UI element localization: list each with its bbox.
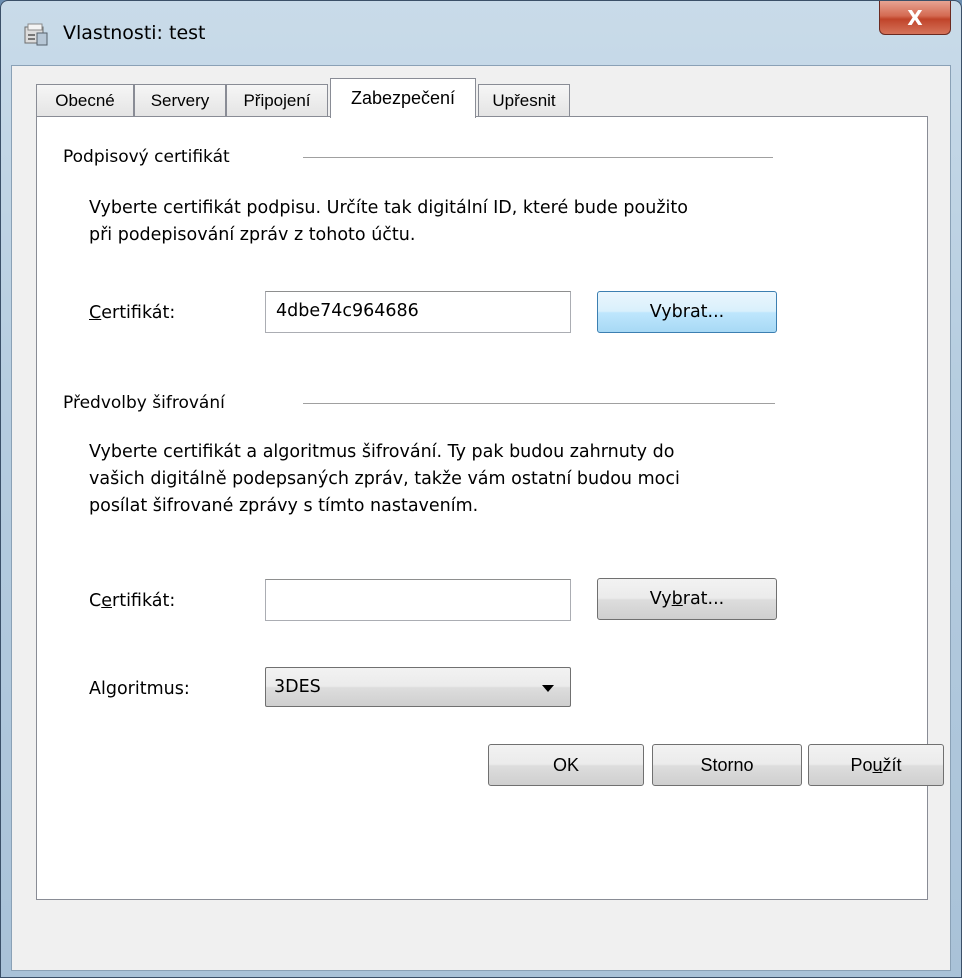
close-icon: X <box>907 5 923 30</box>
dialog-client-area: Obecné Servery Připojení Zabezpečení Upř… <box>11 65 951 971</box>
encryption-select-label-rest: rat... <box>682 589 725 609</box>
apply-accesskey: u <box>872 754 883 775</box>
tab-servers[interactable]: Servery <box>134 84 226 116</box>
tab-connection-label: Připojení <box>243 90 311 110</box>
signing-certificate-label-text: ertifikát: <box>101 303 176 323</box>
encryption-certificate-label-text: rtifikát: <box>112 591 176 611</box>
algorithm-selected-value: 3DES <box>274 677 321 697</box>
properties-dialog: Vlastnosti: test X Obecné Servery Připoj… <box>0 0 962 978</box>
tab-general-label: Obecné <box>55 90 115 110</box>
signing-certificate-field[interactable]: 4dbe74c964686 <box>265 291 571 333</box>
signing-description-line: Vyberte certifikát podpisu. Určíte tak d… <box>89 198 688 218</box>
dropdown-arrow-icon <box>542 685 554 692</box>
signing-select-button[interactable]: Vybrat... <box>597 291 777 333</box>
encryption-group-divider <box>303 403 775 404</box>
encryption-description-line: posílat šifrované zprávy s tímto nastave… <box>89 496 479 516</box>
tab-advanced[interactable]: Upřesnit <box>478 84 570 116</box>
encryption-group-title: Předvolby šifrování <box>63 393 225 413</box>
tab-connection[interactable]: Připojení <box>226 84 328 116</box>
signing-description-line: při podepisování zpráv z tohoto účtu. <box>89 225 416 245</box>
account-properties-icon <box>24 23 48 46</box>
encryption-description: Vyberte certifikát a algoritmus šifrován… <box>89 439 680 520</box>
title-bar[interactable]: Vlastnosti: test X <box>1 1 961 65</box>
encryption-description-line: vašich digitálně podepsaných zpráv, takž… <box>89 469 680 489</box>
cancel-button[interactable]: Storno <box>652 744 802 786</box>
apply-label-rest: žít <box>882 754 902 775</box>
tab-security-label: Zabezpečení <box>350 88 456 108</box>
encryption-certificate-label: Certifikát: <box>89 591 175 611</box>
encryption-certificate-label-pre: C <box>89 591 102 611</box>
apply-button[interactable]: Po u žít <box>808 744 944 786</box>
signing-certificate-label: Certifikát: <box>89 303 175 323</box>
encryption-select-accesskey: b <box>671 589 683 609</box>
apply-label-pre: Po <box>850 754 873 775</box>
tab-advanced-label: Upřesnit <box>492 90 556 110</box>
tab-servers-label: Servery <box>150 90 210 110</box>
tab-general[interactable]: Obecné <box>36 84 134 116</box>
encryption-certificate-field[interactable] <box>265 579 571 621</box>
signing-group-divider <box>303 157 773 158</box>
encryption-description-line: Vyberte certifikát a algoritmus šifrován… <box>89 442 675 462</box>
ok-button[interactable]: OK <box>488 744 644 786</box>
signing-description: Vyberte certifikát podpisu. Určíte tak d… <box>89 195 688 249</box>
encryption-select-label-pre: Vy <box>649 589 672 609</box>
tab-security[interactable]: Zabezpečení <box>330 78 476 118</box>
signing-group-title: Podpisový certifikát <box>63 147 230 167</box>
close-button[interactable]: X <box>879 1 951 35</box>
algorithm-dropdown[interactable]: 3DES <box>265 667 571 707</box>
window-title: Vlastnosti: test <box>63 22 206 44</box>
signing-certificate-accesskey: C <box>89 303 102 323</box>
encryption-certificate-accesskey: e <box>101 591 113 611</box>
encryption-select-button[interactable]: Vy b rat... <box>597 578 777 620</box>
algorithm-label: Algoritmus: <box>89 679 190 699</box>
